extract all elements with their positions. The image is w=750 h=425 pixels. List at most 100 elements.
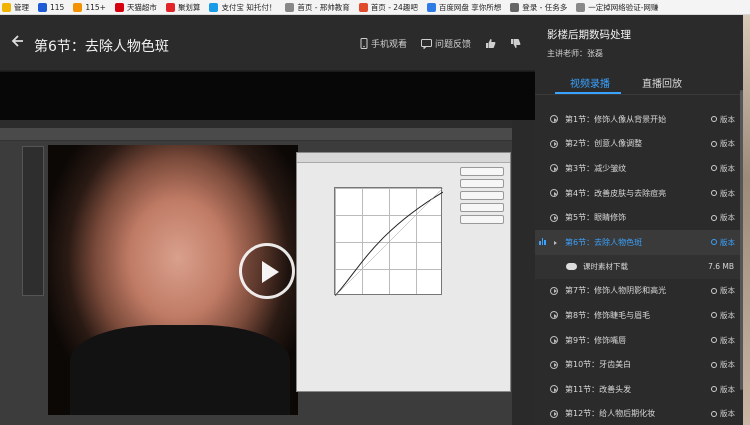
play-circle-icon	[550, 238, 558, 246]
bookmark-item[interactable]: 一定掉网络验证-网赚	[574, 2, 658, 13]
bookmark-item[interactable]: 聚划算	[164, 2, 201, 13]
play-button-icon[interactable]	[239, 243, 295, 299]
bookmark-label: 一定掉网络验证-网赚	[588, 2, 659, 12]
version-icon	[711, 386, 717, 393]
version-icon	[711, 165, 717, 172]
portrait-shirt	[70, 325, 290, 415]
lesson-header: 第6节：去除人物色斑 手机观看 问题反馈	[0, 15, 535, 71]
thumbs-down-icon	[511, 39, 521, 48]
version-label: 版本	[720, 360, 735, 370]
feedback-label: 问题反馈	[434, 40, 471, 50]
lesson-item[interactable]: 第5节：眼睛修饰 版本	[535, 205, 743, 230]
lesson-label: 第2节：创意人像调整	[565, 139, 643, 149]
bookmark-label: 聚划算	[177, 2, 201, 12]
version-link[interactable]: 版本	[711, 163, 735, 174]
version-link[interactable]: 版本	[711, 359, 735, 370]
lesson-label: 第11节：改善头发	[565, 384, 632, 394]
material-size: 7.6 MB	[708, 262, 734, 272]
bookmark-item[interactable]: 115+	[71, 2, 106, 12]
version-link[interactable]: 版本	[711, 188, 735, 199]
lesson-item[interactable]: 第12节：给人物后期化妆 版本	[535, 402, 743, 425]
lesson-item[interactable]: 第4节：改善皮肤与去除痘亮 版本	[535, 181, 743, 206]
bookmark-item[interactable]: 百度网盘 享你所想	[425, 2, 501, 13]
bookmark-item[interactable]: 115	[36, 2, 65, 12]
version-link[interactable]: 版本	[711, 138, 735, 149]
version-link[interactable]: 版本	[711, 384, 735, 395]
lesson-item[interactable]: 第7节：修饰人物阴影和高光 版本	[535, 279, 743, 304]
bookmark-label: 115	[50, 2, 65, 12]
version-icon	[711, 410, 717, 417]
lesson-list: 第1节：修饰人像从背景开始 版本 第2节：创意人像调整 版本 第3节：减少皱纹 版本 第4节…	[535, 107, 743, 425]
play-circle-icon	[550, 139, 558, 148]
cloud-icon	[426, 2, 436, 12]
version-link[interactable]: 版本	[711, 408, 735, 419]
lesson-title: 第6节：去除人物色斑	[34, 39, 169, 55]
page-icon	[358, 2, 368, 12]
version-link[interactable]: 版本	[711, 310, 735, 321]
thumbs-up-icon	[486, 39, 496, 48]
version-link[interactable]: 版本	[711, 237, 735, 248]
tmall-icon	[114, 2, 124, 12]
version-link[interactable]: 版本	[711, 335, 735, 346]
lesson-label: 第9节：修饰嘴唇	[565, 335, 627, 345]
version-link[interactable]: 版本	[711, 114, 735, 125]
tab-live-replay[interactable]: 直播回放	[642, 75, 682, 90]
alipay-icon	[209, 2, 219, 12]
curves-graph	[334, 187, 443, 296]
play-circle-icon	[550, 409, 558, 418]
doc-icon	[576, 2, 586, 12]
bookmark-label: 支付宝 知托付！	[221, 2, 277, 12]
feedback-button[interactable]: 问题反馈	[420, 37, 471, 50]
course-title: 影楼后期数码处理	[547, 29, 631, 41]
bookmark-label: 管理	[14, 2, 29, 12]
bookmark-item[interactable]: 天猫超市	[113, 2, 157, 13]
version-label: 版本	[720, 188, 735, 198]
bookmark-item[interactable]: 支付宝 知托付！	[207, 2, 276, 13]
lesson-item[interactable]: 第8节：修饰睫毛与眉毛 版本	[535, 303, 743, 328]
window-edge	[743, 15, 750, 425]
version-icon	[711, 361, 717, 368]
version-label: 版本	[720, 139, 735, 149]
bookmarks-bar: 管理 115 115+ 天猫超市 聚划算 支付宝 知托付！ 首页 - 邢帅教育 首页 - 24…	[0, 0, 750, 15]
star-icon	[2, 2, 11, 12]
material-download[interactable]: 课时素材下载 7.6 MB	[535, 254, 743, 279]
version-link[interactable]: 版本	[711, 285, 735, 296]
lesson-item[interactable]: 第2节：创意人像调整 版本	[535, 132, 743, 157]
lesson-item[interactable]: 第10节：牙齿美白 版本	[535, 352, 743, 377]
version-icon	[711, 287, 717, 294]
feedback-icon	[420, 38, 432, 49]
play-circle-icon	[550, 164, 558, 173]
ps-options-bar	[0, 128, 535, 141]
bookmark-item[interactable]: 登录 - 任务多	[508, 2, 567, 13]
like-button[interactable]	[485, 38, 496, 49]
version-icon	[711, 190, 717, 197]
play-circle-icon	[550, 115, 558, 124]
active-tab-indicator	[555, 92, 621, 94]
bookmark-label: 天猫超市	[126, 2, 157, 12]
bookmark-item[interactable]: 首页 - 24趣吧	[357, 2, 418, 13]
bookmark-label: 首页 - 邢帅教育	[297, 2, 350, 12]
mobile-view-button[interactable]: 手机观看	[360, 37, 407, 50]
bookmark-item[interactable]: 首页 - 邢帅教育	[283, 2, 350, 13]
lesson-item[interactable]: 第3节：减少皱纹 版本	[535, 156, 743, 181]
play-circle-icon	[550, 286, 558, 295]
tab-video-recording[interactable]: 视频录播	[570, 75, 610, 90]
bookmark-item[interactable]: 管理	[0, 2, 29, 13]
lesson-label: 第8节：修饰睫毛与眉毛	[565, 310, 651, 320]
video-player[interactable]	[0, 72, 535, 425]
version-label: 版本	[720, 114, 735, 124]
lesson-item[interactable]: 第9节：修饰嘴唇 版本	[535, 328, 743, 353]
dislike-button[interactable]	[510, 38, 521, 49]
bookmark-label: 百度网盘 享你所想	[438, 2, 502, 12]
lesson-item[interactable]: 第11节：改善头发 版本	[535, 377, 743, 402]
s-icon	[38, 2, 47, 12]
lesson-label: 第7节：修饰人物阴影和高光	[565, 286, 667, 296]
play-circle-icon	[550, 385, 558, 394]
arrow-left-icon[interactable]	[10, 34, 24, 48]
version-icon	[711, 312, 717, 319]
version-icon	[711, 337, 717, 344]
version-link[interactable]: 版本	[711, 212, 735, 223]
lesson-item[interactable]: 第1节：修饰人像从背景开始 版本	[535, 107, 743, 132]
lesson-item[interactable]: 第6节：去除人物色斑 版本	[535, 229, 743, 255]
version-icon	[711, 239, 717, 246]
